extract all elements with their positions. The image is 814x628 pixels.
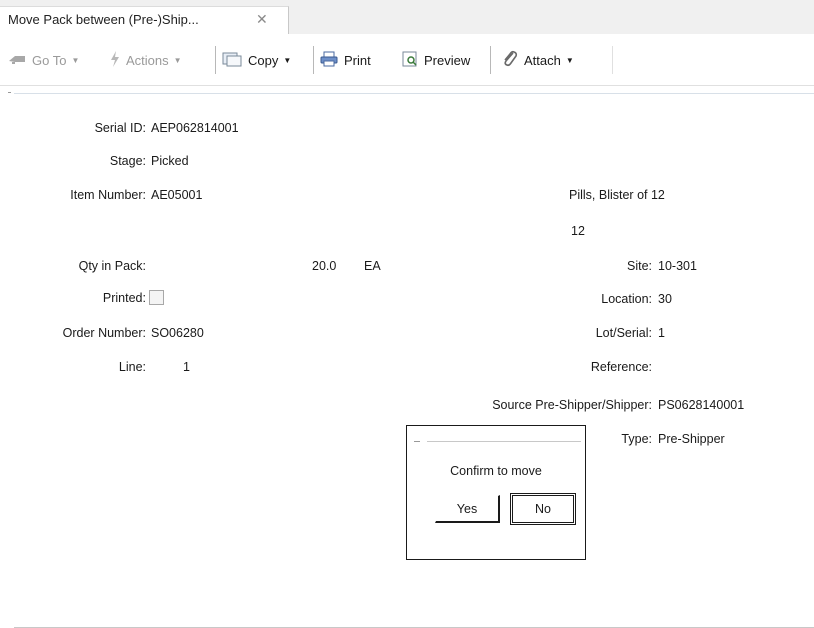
actions-button[interactable]: Actions ▼ <box>110 50 182 70</box>
copy-icon <box>222 51 242 70</box>
goto-icon <box>8 53 26 68</box>
toolbar-separator <box>313 46 314 74</box>
order-number-value: SO06280 <box>151 326 204 340</box>
order-number-label: Order Number: <box>62 326 146 340</box>
tab-strip: Move Pack between (Pre-)Ship... ✕ <box>0 0 814 34</box>
preview-icon <box>402 51 418 70</box>
goto-button[interactable]: Go To ▼ <box>8 50 79 70</box>
divider-tick <box>8 92 11 93</box>
preview-button[interactable]: Preview <box>402 50 470 70</box>
attach-icon <box>502 50 518 71</box>
actions-icon <box>110 50 120 70</box>
source-shipper-value: PS0628140001 <box>658 398 745 412</box>
printed-label: Printed: <box>102 291 146 305</box>
item-number-label: Item Number: <box>70 188 146 202</box>
type-value: Pre-Shipper <box>658 432 725 446</box>
print-icon <box>320 51 338 70</box>
qty-uom: EA <box>364 259 381 273</box>
item-description: Pills, Blister of 12 <box>569 188 665 202</box>
toolbar: Go To ▼ Actions ▼ Copy ▼ Print Preview A… <box>0 34 814 86</box>
chevron-down-icon: ▼ <box>173 55 182 65</box>
chevron-down-icon: ▼ <box>283 55 292 65</box>
qty-in-pack-value: 20.0 <box>312 259 337 273</box>
tab-move-pack[interactable]: Move Pack between (Pre-)Ship... ✕ <box>0 6 289 34</box>
stage-label: Stage: <box>109 154 146 168</box>
site-value: 10-301 <box>658 259 697 273</box>
qty-in-pack-label: Qty in Pack: <box>78 259 146 273</box>
item-extra-value: 12 <box>571 224 585 238</box>
serial-id-label: Serial ID: <box>94 121 146 135</box>
stage-value: Picked <box>151 154 189 168</box>
dialog-tick <box>414 441 420 442</box>
attach-button[interactable]: Attach ▼ <box>502 50 574 70</box>
close-tab-icon[interactable]: ✕ <box>256 11 268 28</box>
lot-serial-label: Lot/Serial: <box>595 326 652 340</box>
chevron-down-icon: ▼ <box>565 55 574 65</box>
toolbar-separator <box>490 46 491 74</box>
lot-serial-value: 1 <box>658 326 665 340</box>
toolbar-separator <box>215 46 216 74</box>
line-label: Line: <box>118 360 146 374</box>
form-top-divider <box>14 93 814 94</box>
line-value: 1 <box>183 360 190 374</box>
tab-title: Move Pack between (Pre-)Ship... <box>8 12 199 27</box>
item-number-value: AE05001 <box>151 188 203 202</box>
serial-id-value: AEP062814001 <box>151 121 239 135</box>
dialog-message: Confirm to move <box>450 464 542 478</box>
chevron-down-icon: ▼ <box>71 55 80 65</box>
yes-button[interactable]: Yes <box>435 495 500 523</box>
copy-button[interactable]: Copy ▼ <box>222 50 291 70</box>
no-button[interactable]: No <box>510 493 576 525</box>
location-label: Location: <box>601 292 652 306</box>
confirm-dialog: Confirm to move Yes No <box>406 425 586 560</box>
site-label: Site: <box>626 259 652 273</box>
source-shipper-label: Source Pre-Shipper/Shipper: <box>492 398 652 412</box>
printed-checkbox[interactable] <box>149 290 164 305</box>
reference-label: Reference: <box>590 360 652 374</box>
dialog-divider <box>427 441 581 442</box>
print-button[interactable]: Print <box>320 50 371 70</box>
location-value: 30 <box>658 292 672 306</box>
toolbar-separator <box>612 46 613 74</box>
